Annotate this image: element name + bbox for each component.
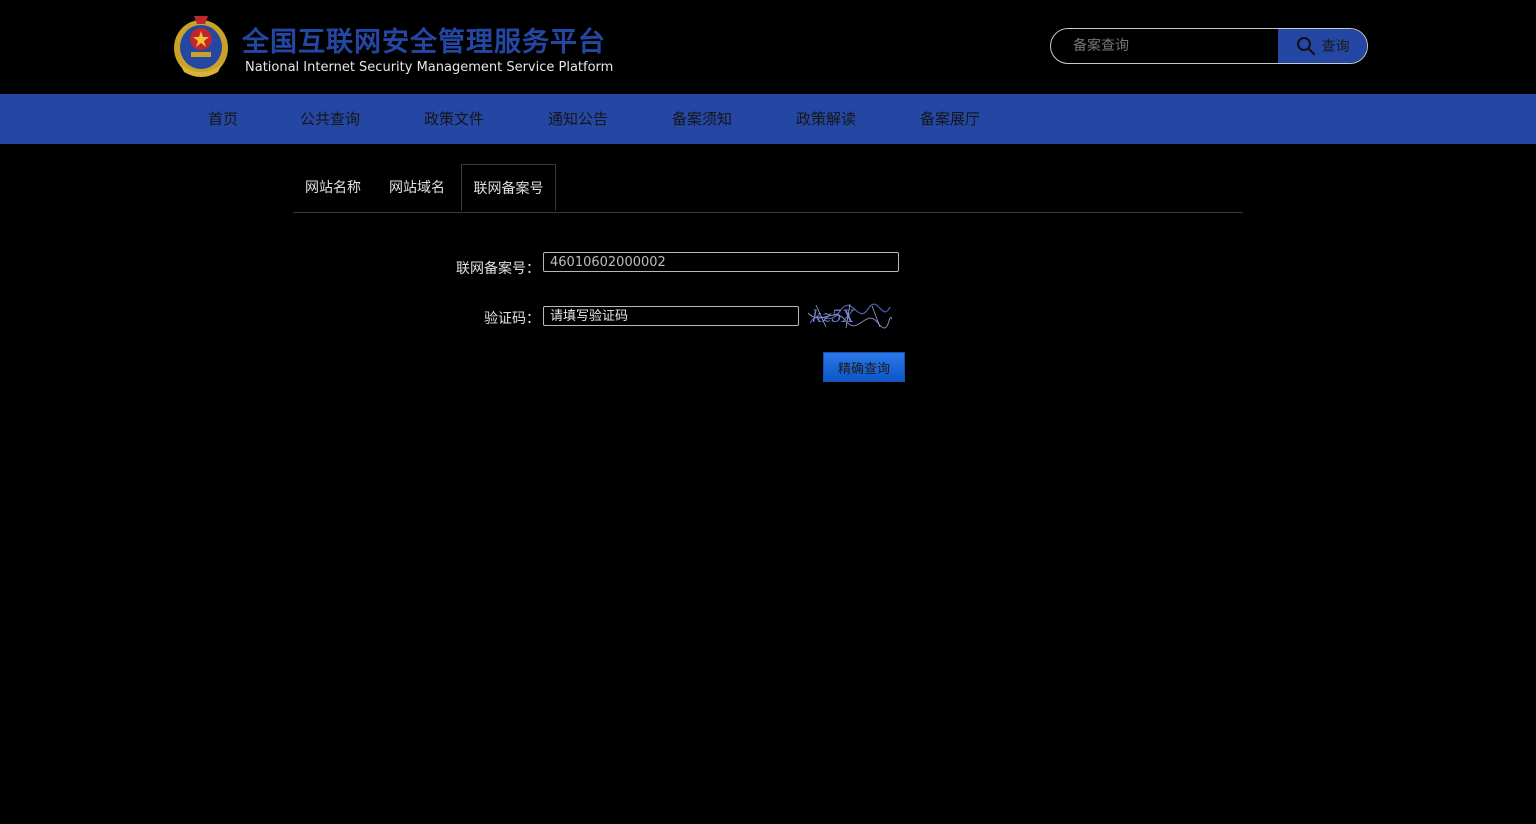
- nav-item-public-query[interactable]: 公共查询: [300, 94, 360, 144]
- police-emblem-icon: [174, 16, 228, 77]
- exact-query-button[interactable]: 精确查询: [823, 352, 905, 382]
- tab-site-domain[interactable]: 网站域名: [377, 164, 457, 211]
- record-number-label: 联网备案号：: [456, 261, 540, 277]
- page: 全国互联网安全管理服务平台 National Internet Security…: [0, 0, 1536, 824]
- logo-title-cn: 全国互联网安全管理服务平台: [242, 27, 606, 58]
- tab-record-number[interactable]: 联网备案号: [461, 164, 556, 211]
- nav-item-filing-guide[interactable]: 备案须知: [672, 94, 732, 144]
- tab-site-name[interactable]: 网站名称: [293, 164, 373, 211]
- captcha-image[interactable]: kz5X: [806, 301, 892, 331]
- header-search: 查询: [1050, 28, 1368, 64]
- search-icon: [1296, 37, 1315, 56]
- query-tabs: 网站名称 网站域名 联网备案号: [293, 164, 1243, 213]
- main-nav: 首页 公共查询 政策文件 通知公告 备案须知 政策解读 备案展厅: [0, 94, 1536, 144]
- search-input[interactable]: [1051, 29, 1279, 63]
- logo-title-en: National Internet Security Management Se…: [245, 60, 614, 75]
- nav-item-policy-interpretation[interactable]: 政策解读: [796, 94, 856, 144]
- nav-item-filing-hall[interactable]: 备案展厅: [920, 94, 980, 144]
- nav-item-policy-docs[interactable]: 政策文件: [424, 94, 484, 144]
- nav-item-home[interactable]: 首页: [208, 94, 238, 144]
- record-number-input[interactable]: [543, 252, 899, 272]
- site-logo[interactable]: 全国互联网安全管理服务平台 National Internet Security…: [172, 12, 614, 82]
- captcha-input[interactable]: [543, 306, 799, 326]
- search-button[interactable]: 查询: [1278, 29, 1367, 63]
- captcha-label: 验证码：: [484, 311, 540, 327]
- nav-item-notices[interactable]: 通知公告: [548, 94, 608, 144]
- search-button-label: 查询: [1321, 39, 1350, 55]
